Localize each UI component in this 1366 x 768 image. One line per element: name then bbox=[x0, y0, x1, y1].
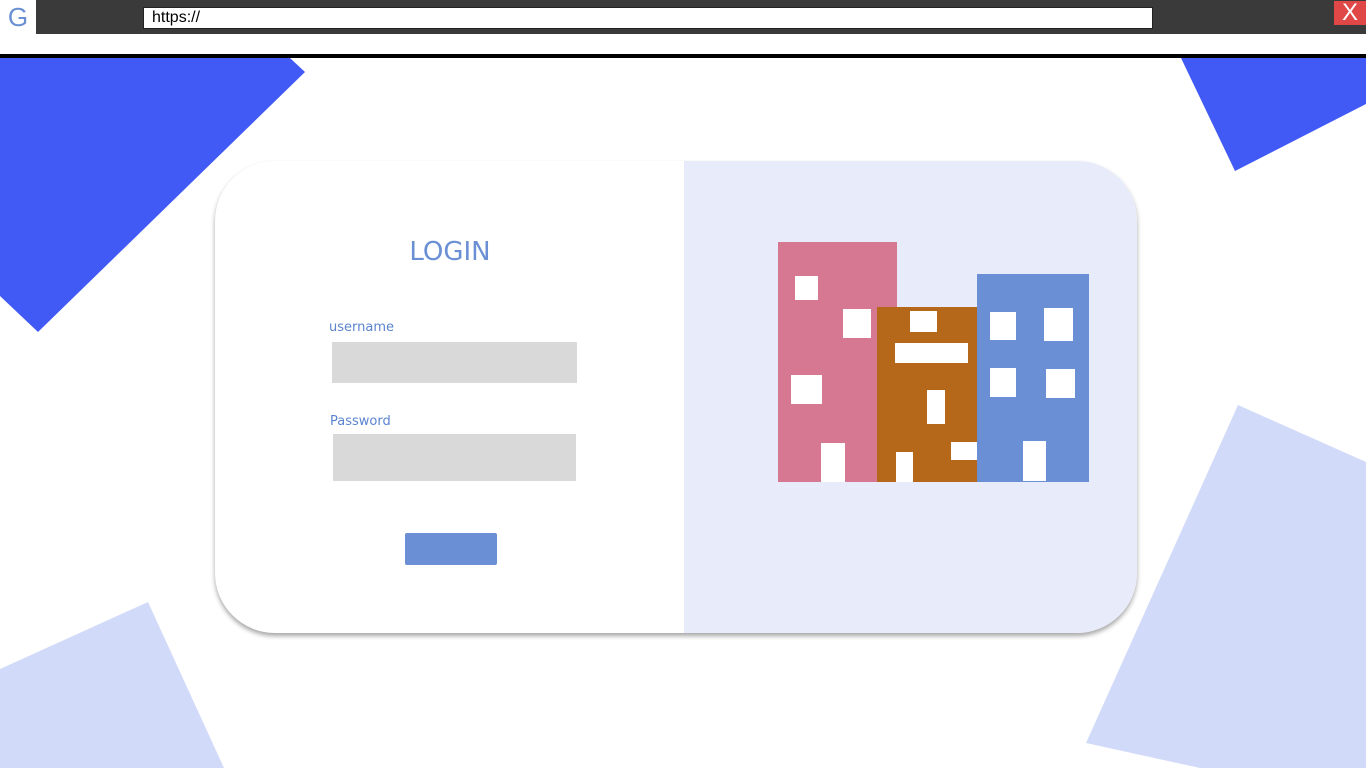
door bbox=[1023, 441, 1046, 481]
bg-shape-top-right bbox=[1181, 58, 1366, 171]
window bbox=[895, 343, 968, 363]
close-button[interactable]: X bbox=[1334, 1, 1366, 25]
login-button[interactable] bbox=[405, 533, 497, 565]
toolbar-divider bbox=[0, 54, 1366, 58]
password-label: Password bbox=[330, 414, 391, 429]
door bbox=[821, 443, 845, 482]
browser-toolbar: G X bbox=[0, 0, 1366, 34]
url-input[interactable] bbox=[143, 7, 1153, 29]
window bbox=[990, 368, 1016, 397]
window bbox=[927, 390, 945, 424]
window bbox=[791, 375, 822, 404]
window bbox=[843, 309, 871, 338]
window bbox=[1044, 308, 1073, 341]
window bbox=[910, 311, 937, 332]
illustration-panel bbox=[684, 161, 1137, 633]
bg-shape-bottom-left bbox=[0, 602, 224, 768]
username-input[interactable] bbox=[332, 342, 577, 383]
door bbox=[896, 452, 913, 482]
username-label: username bbox=[329, 320, 394, 335]
password-input[interactable] bbox=[333, 434, 576, 481]
window bbox=[990, 312, 1016, 340]
window bbox=[951, 442, 977, 460]
browser-logo-icon[interactable]: G bbox=[0, 0, 36, 34]
toolbar-spacer bbox=[0, 34, 1366, 54]
login-card: LOGIN username Password bbox=[215, 161, 1137, 633]
window bbox=[1046, 369, 1075, 398]
login-title: LOGIN bbox=[409, 237, 491, 267]
city-buildings-illustration bbox=[778, 242, 1089, 482]
window bbox=[795, 276, 818, 300]
